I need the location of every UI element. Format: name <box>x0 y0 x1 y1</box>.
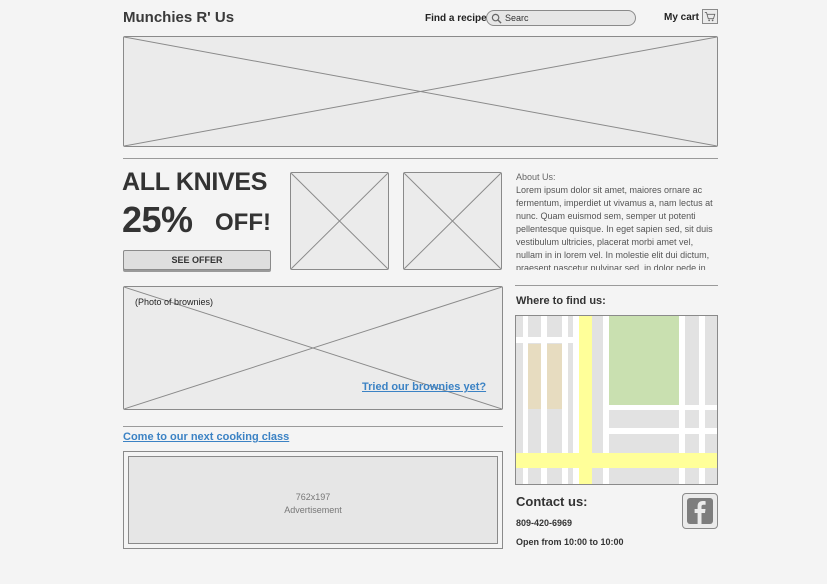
see-offer-button[interactable]: SEE OFFER <box>123 250 271 270</box>
search-box[interactable] <box>486 10 636 26</box>
find-recipe-label: Find a recipe <box>425 13 487 24</box>
promo-headline: ALL KNIVES <box>122 168 268 196</box>
search-icon <box>491 13 502 24</box>
facebook-icon[interactable] <box>682 493 718 529</box>
where-to-find-title: Where to find us: <box>516 295 606 307</box>
opening-hours: Open from 10:00 to 10:00 <box>516 537 624 547</box>
advertisement-box[interactable]: 762x197 Advertisement <box>123 451 503 549</box>
about-text: Lorem ipsum dolor sit amet, maiores orna… <box>516 185 713 270</box>
product-image[interactable] <box>403 172 502 270</box>
divider <box>123 158 718 159</box>
contact-phone: 809-420-6969 <box>516 518 573 528</box>
promo-percent: 25% <box>122 199 193 240</box>
ad-size: 762x197 <box>295 492 331 502</box>
promo-off: OFF! <box>215 209 271 236</box>
advertisement-area[interactable]: 762x197 Advertisement <box>128 456 498 544</box>
about-title: About Us: <box>516 172 556 182</box>
cart-icon[interactable] <box>702 9 718 24</box>
brownies-link[interactable]: Tried our brownies yet? <box>362 381 486 393</box>
search-input[interactable] <box>505 12 630 24</box>
location-map[interactable] <box>515 315 718 485</box>
brownies-caption: (Photo of brownies) <box>135 297 214 307</box>
divider <box>515 285 718 286</box>
contact-title: Contact us: <box>516 494 588 509</box>
cooking-class-link[interactable]: Come to our next cooking class <box>123 431 289 443</box>
hero-banner-image <box>123 36 718 147</box>
site-logo[interactable]: Munchies R' Us <box>123 9 234 26</box>
divider <box>123 426 503 427</box>
product-image[interactable] <box>290 172 389 270</box>
ad-label: Advertisement <box>284 505 342 515</box>
my-cart-link[interactable]: My cart <box>664 12 699 23</box>
